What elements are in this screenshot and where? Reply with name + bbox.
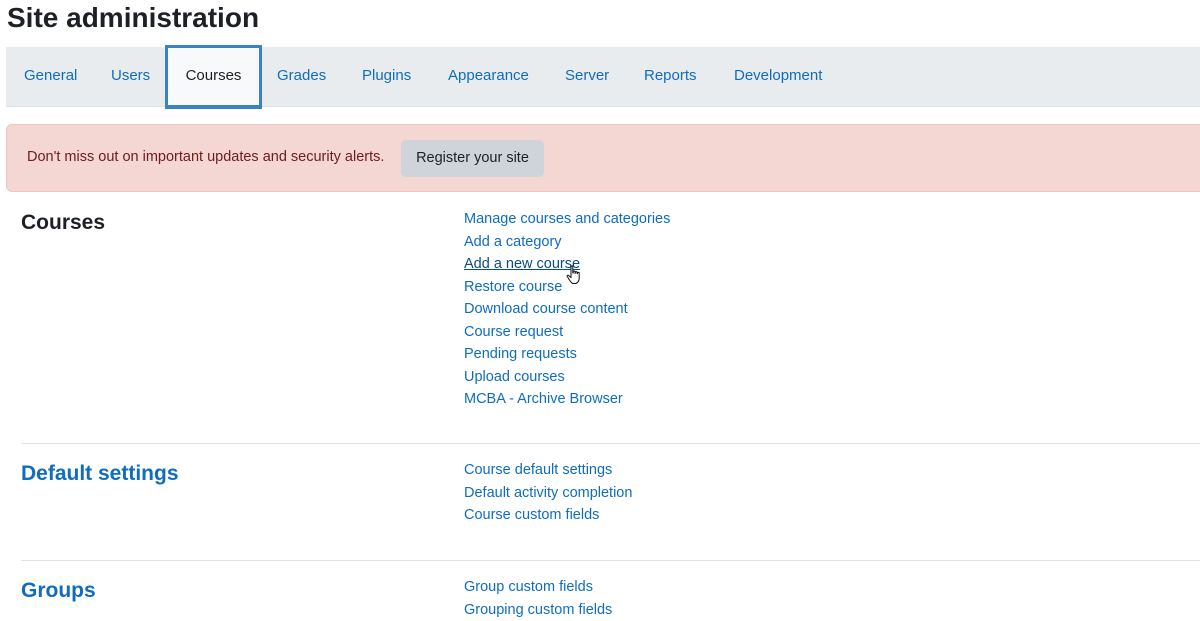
section-divider xyxy=(21,443,1200,444)
list-item: MCBA - Archive Browser xyxy=(464,388,670,411)
link-download-course-content[interactable]: Download course content xyxy=(464,301,628,317)
section-divider xyxy=(21,560,1200,561)
link-add-a-new-course[interactable]: Add a new course xyxy=(464,256,580,272)
alert-message: Don't miss out on important updates and … xyxy=(27,149,384,165)
page-title: Site administration xyxy=(7,2,259,34)
link-grouping-custom-fields[interactable]: Grouping custom fields xyxy=(464,602,612,618)
tab-development[interactable]: Development xyxy=(734,47,822,106)
tab-appearance[interactable]: Appearance xyxy=(448,47,529,106)
link-add-a-category[interactable]: Add a category xyxy=(464,234,562,250)
hand-pointer-icon xyxy=(566,265,582,285)
link-course-default-settings[interactable]: Course default settings xyxy=(464,462,612,478)
register-site-button[interactable]: Register your site xyxy=(401,140,544,177)
tab-server[interactable]: Server xyxy=(565,47,609,106)
tab-plugins[interactable]: Plugins xyxy=(362,47,411,106)
courses-link-list: Manage courses and categories Add a cate… xyxy=(464,208,670,411)
admin-tab-bar: General Users Courses Grades Plugins App… xyxy=(6,47,1200,107)
section-heading-default-settings[interactable]: Default settings xyxy=(21,461,179,487)
list-item: Course default settings xyxy=(464,459,632,482)
link-mcba-archive-browser[interactable]: MCBA - Archive Browser xyxy=(464,391,623,407)
list-item: Course request xyxy=(464,321,670,344)
link-group-custom-fields[interactable]: Group custom fields xyxy=(464,579,593,595)
link-pending-requests[interactable]: Pending requests xyxy=(464,346,577,362)
link-restore-course[interactable]: Restore course xyxy=(464,279,562,295)
section-heading-courses: Courses xyxy=(21,210,105,236)
tab-courses[interactable]: Courses xyxy=(165,45,262,109)
link-course-request[interactable]: Course request xyxy=(464,324,563,340)
link-default-activity-completion[interactable]: Default activity completion xyxy=(464,485,632,501)
default-settings-link-list: Course default settings Default activity… xyxy=(464,459,632,527)
list-item: Course custom fields xyxy=(464,504,632,527)
list-item: Manage courses and categories xyxy=(464,208,670,231)
list-item: Default activity completion xyxy=(464,482,632,505)
groups-link-list: Group custom fields Grouping custom fiel… xyxy=(464,576,612,621)
tab-users[interactable]: Users xyxy=(111,47,150,106)
list-item: Group custom fields xyxy=(464,576,612,599)
link-course-custom-fields[interactable]: Course custom fields xyxy=(464,507,599,523)
link-upload-courses[interactable]: Upload courses xyxy=(464,369,565,385)
list-item: Pending requests xyxy=(464,343,670,366)
list-item: Download course content xyxy=(464,298,670,321)
link-manage-courses-and-categories[interactable]: Manage courses and categories xyxy=(464,211,670,227)
tab-grades[interactable]: Grades xyxy=(277,47,326,106)
tab-reports[interactable]: Reports xyxy=(644,47,697,106)
list-item: Upload courses xyxy=(464,366,670,389)
section-heading-groups[interactable]: Groups xyxy=(21,578,96,604)
registration-alert: Don't miss out on important updates and … xyxy=(6,124,1200,192)
tab-general[interactable]: General xyxy=(24,47,77,106)
list-item: Add a category xyxy=(464,231,670,254)
